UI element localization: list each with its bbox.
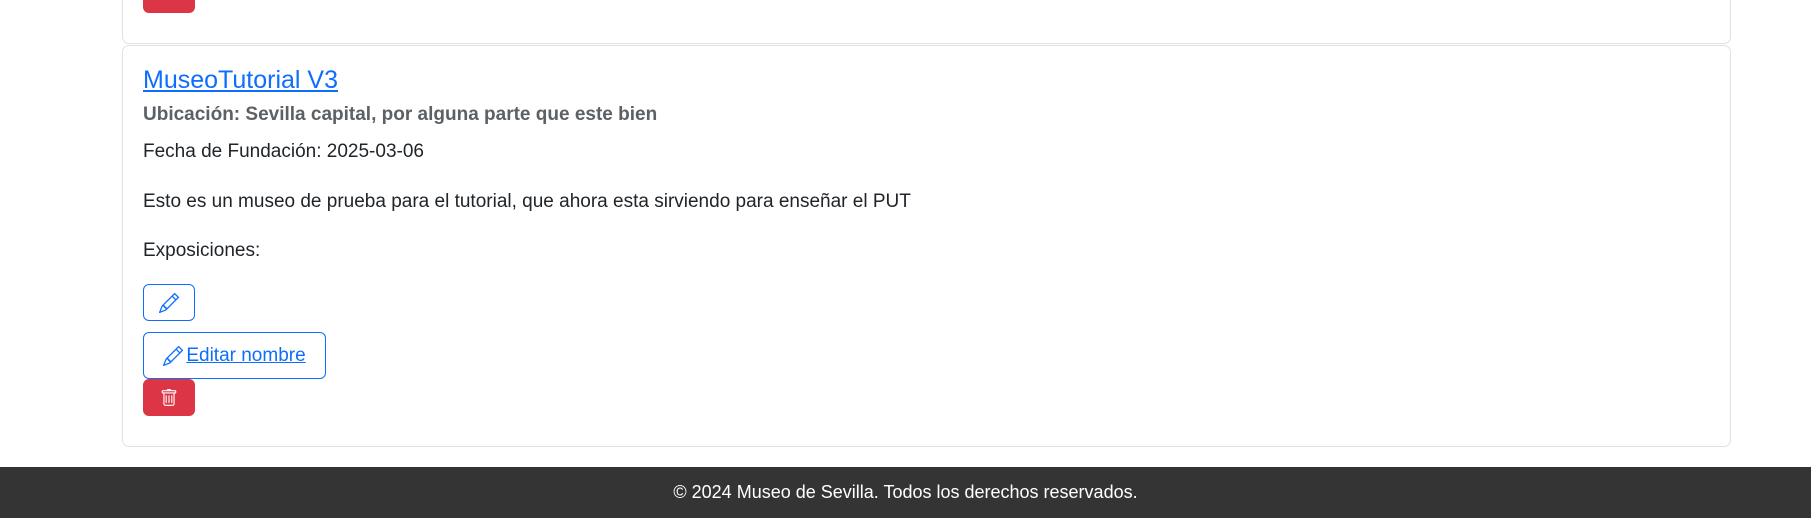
footer: © 2024 Museo de Sevilla. Todos los derec… — [0, 467, 1811, 518]
museum-description: Esto es un museo de prueba para el tutor… — [143, 191, 911, 212]
museum-card: MuseoTutorial V3 Ubicación: Sevilla capi… — [122, 45, 1731, 447]
exhibitions-label: Exposiciones: — [143, 240, 261, 261]
page: MuseoTutorial V3 Ubicación: Sevilla capi… — [0, 0, 1811, 518]
previous-museum-card — [122, 0, 1731, 44]
pencil-icon — [159, 292, 179, 313]
trash-icon — [160, 388, 178, 408]
edit-name-label: Editar nombre — [186, 344, 306, 366]
museum-location: Ubicación: Sevilla capital, por alguna p… — [143, 104, 658, 125]
museum-founding-date: Fecha de Fundación: 2025-03-06 — [143, 141, 424, 162]
footer-copyright: © 2024 Museo de Sevilla. Todos los derec… — [673, 482, 1138, 502]
pencil-icon — [163, 345, 184, 366]
museum-title-link[interactable]: MuseoTutorial V3 — [143, 66, 338, 95]
delete-button[interactable] — [143, 379, 195, 416]
previous-delete-button[interactable] — [143, 0, 195, 13]
edit-button[interactable] — [143, 284, 195, 321]
edit-name-button[interactable]: Editar nombre — [143, 332, 326, 379]
